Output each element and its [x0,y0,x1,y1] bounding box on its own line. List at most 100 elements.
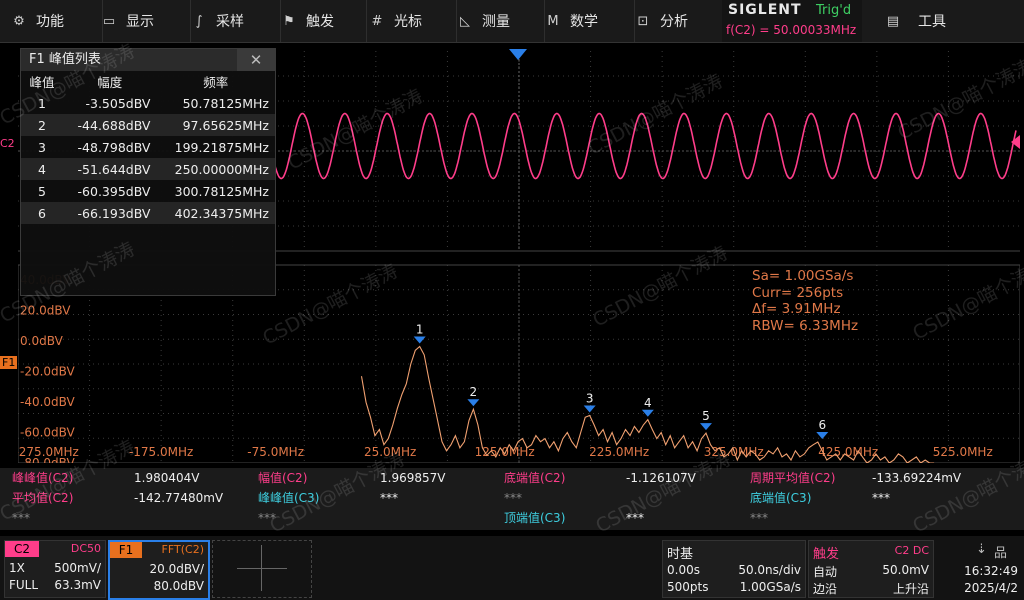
fft-points: Curr= 256pts [752,284,844,301]
y-tick-label: -60.0dBV [20,426,76,440]
menu-math[interactable]: M 数学 [534,0,635,42]
meas-label[interactable]: 底端值(C2) [504,469,565,488]
y-tick-label: -20.0dBV [20,365,76,379]
meas-value: 1.969857V [380,471,446,485]
menu-analysis[interactable]: ⊡ 分析 [624,0,733,42]
brand-status-box: SIGLENT Trig'd f(C2) = 50.00033MHz [722,0,862,42]
meas-label[interactable]: *** [12,509,30,528]
math-icon: M [547,13,559,29]
peak-marker [467,399,480,407]
top-menu-bar: ⚙ 功能 ▭ 显示 ∫ 采样 ⚑ 触发 # 光标 ◺ 测量 M 数学 ⊡ 分析 SIGLENT … [0,0,1024,43]
menu-tools[interactable]: ▤ 工具 [862,0,1024,42]
measurement-row-3: *** *** 顶端值(C3) *** *** [6,509,988,528]
add-channel-button[interactable] [212,540,312,598]
meas-value: *** [380,491,398,505]
trigger-flag-icon: ⚑ [283,13,295,29]
x-tick-label: 525.0MHz [933,445,993,459]
meas-label[interactable]: 峰峰值(C3) [258,489,319,508]
peak-list-title: F1 峰值列表 ✕ [21,49,275,71]
plus-icon-vertical [261,545,262,591]
c2-offset-marker[interactable]: C2 [0,137,15,150]
peak-marker [413,336,426,344]
clock-date: 2025/4/2 [964,581,1018,595]
peak-header-frequency: 频率 [203,75,229,90]
peak-header-amplitude: 幅度 [97,75,123,90]
meas-label[interactable]: 峰峰值(C2) [12,469,73,488]
usb-icon: ⇣ [976,542,987,557]
c2-channel-box[interactable]: C2 DC50 1X 500mV/ FULL 63.3mV [4,540,106,598]
meas-value: 1.980404V [134,471,200,485]
x-tick-label: -275.0MHz [18,445,79,459]
bottom-status-bar: C2 DC50 1X 500mV/ FULL 63.3mV F1 FFT(C2)… [0,536,1024,600]
meas-label[interactable]: 周期平均值(C2) [750,469,835,488]
table-row[interactable]: 3 -48.798dBV 199.21875MHz [21,136,275,158]
table-row[interactable]: 5 -60.395dBV 300.78125MHz [21,180,275,202]
meas-label[interactable]: 底端值(C3) [750,489,811,508]
f1-math-box[interactable]: F1 FFT(C2) 20.0dBV/ 80.0dBV [108,540,210,600]
timebase-title: 时基 [667,547,694,562]
x-tick-label: 225.0MHz [589,445,649,459]
c2-channel-tag: C2 [5,541,39,557]
y-tick-label: 0.0dBV [20,334,64,348]
table-row[interactable]: 6 -66.193dBV 402.34375MHz [21,202,275,224]
table-row[interactable]: 1 -3.505dBV 50.78125MHz [21,92,275,114]
peak-marker-label: 5 [702,409,710,423]
measurement-row-1: 峰峰值(C2) 1.980404V 幅值(C2) 1.969857V 底端值(C… [6,469,988,488]
trigger-position-marker[interactable] [509,49,527,60]
menu-cursor[interactable]: # 光标 [358,0,457,42]
timebase-delay: 0.00s [667,563,700,577]
clock-time: 16:32:49 [964,564,1018,578]
trigger-status: Trig'd [816,3,852,18]
peak-header-index: 峰值 [29,75,55,90]
c2-bandwidth: FULL [9,578,39,592]
measurement-row-2: 平均值(C2) -142.77480mV 峰峰值(C3) *** *** 底端值… [6,489,988,508]
network-icon: 品 [994,546,1008,561]
peak-marker-label: 3 [586,391,594,405]
trigger-source: C2 DC [894,544,929,557]
timebase-box[interactable]: 时基 0.00s 50.0ns/div 500pts 1.00GSa/s [662,540,806,598]
menu-trigger[interactable]: ⚑ 触发 [272,0,367,42]
menu-sample[interactable]: ∫ 采样 [182,0,281,42]
menu-function[interactable]: ⚙ 功能 [0,0,103,42]
settings-icon: ⚙ [13,13,25,29]
meas-label[interactable]: *** [504,489,522,508]
system-status: ⇣ 品 16:32:49 2025/4/2 [936,540,1020,596]
menu-display[interactable]: ▭ 显示 [92,0,191,42]
meas-label[interactable]: 顶端值(C3) [504,509,565,528]
meas-value: -1.126107V [626,471,696,485]
y-tick-label: -40.0dBV [20,395,76,409]
meas-label[interactable]: 幅值(C2) [258,469,307,488]
menu-measure[interactable]: ◺ 测量 [446,0,545,42]
y-tick-label: 20.0dBV [20,304,71,318]
peak-marker-label: 4 [644,396,652,410]
meas-label[interactable]: 平均值(C2) [12,489,73,508]
peak-list-panel: F1 峰值列表 ✕ 峰值 幅度 频率 1 -3.505dBV 50.78125MHz… [20,48,276,296]
trigger-level-marker[interactable] [1011,135,1020,149]
meas-value: -142.77480mV [134,491,224,505]
fft-sample-rate: Sa= 1.00GSa/s [752,268,854,284]
close-icon[interactable]: ✕ [237,49,275,71]
meas-value: -133.69224mV [872,471,962,485]
meas-label[interactable]: *** [750,509,768,528]
x-tick-label: 25.0MHz [364,445,416,459]
fft-info: Sa= 1.00GSa/s Curr= 256pts Δf= 3.91MHz R… [752,268,858,334]
c2-offset: 63.3mV [54,578,101,592]
measure-icon: ◺ [460,13,470,29]
frequency-readout: f(C2) = 50.00033MHz [726,23,857,37]
display-icon: ▭ [102,13,116,29]
peak-table: 峰值 幅度 频率 1 -3.505dBV 50.78125MHz 2 -44.688d… [21,71,275,224]
table-row[interactable]: 4 -51.644dBV 250.00000MHz [21,158,275,180]
f1-offset-marker[interactable]: F1 [0,356,18,369]
trigger-title: 触发 [813,547,840,562]
sample-rate: 1.00GSa/s [739,580,801,594]
f1-function: FFT(C2) [161,543,204,556]
c2-waveform [273,112,1017,180]
meas-label[interactable]: *** [258,509,276,528]
meas-value: *** [872,491,890,505]
measurement-bar: 峰峰值(C2) 1.980404V 幅值(C2) 1.969857V 底端值(C… [0,468,1024,530]
trigger-box[interactable]: 触发 C2 DC 自动 50.0mV 边沿 上升沿 [808,540,934,598]
meas-value: *** [626,511,644,525]
table-row[interactable]: 2 -44.688dBV 97.65625MHz [21,114,275,136]
peak-marker [583,405,596,413]
timebase-scale: 50.0ns/div [738,563,801,577]
